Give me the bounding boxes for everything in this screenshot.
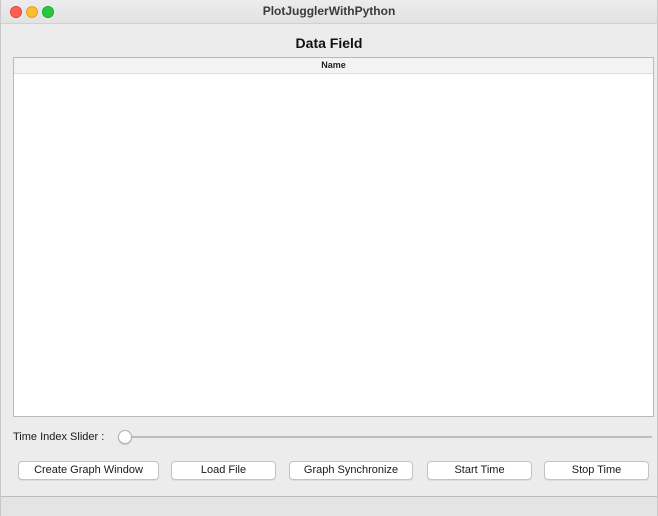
- status-bar: [1, 496, 657, 516]
- column-header-name[interactable]: Name: [14, 58, 653, 74]
- stop-time-button[interactable]: Stop Time: [544, 461, 649, 480]
- load-file-button[interactable]: Load File: [171, 461, 276, 480]
- time-index-slider-label: Time Index Slider :: [13, 431, 105, 443]
- graph-synchronize-button[interactable]: Graph Synchronize: [289, 461, 413, 480]
- data-field-table[interactable]: Name: [13, 57, 654, 417]
- title-bar[interactable]: PlotJugglerWithPython: [1, 0, 657, 24]
- time-index-slider-track[interactable]: [125, 436, 652, 438]
- app-window: PlotJugglerWithPython Data Field Name Ti…: [0, 0, 658, 516]
- create-graph-window-button[interactable]: Create Graph Window: [18, 461, 159, 480]
- time-index-slider-thumb[interactable]: [118, 430, 132, 444]
- window-title: PlotJugglerWithPython: [262, 4, 396, 18]
- time-index-slider-row: Time Index Slider :: [13, 429, 654, 447]
- action-buttons: Create Graph Window Load File Graph Sync…: [1, 461, 657, 481]
- start-time-button[interactable]: Start Time: [427, 461, 532, 480]
- data-field-title: Data Field: [295, 35, 363, 51]
